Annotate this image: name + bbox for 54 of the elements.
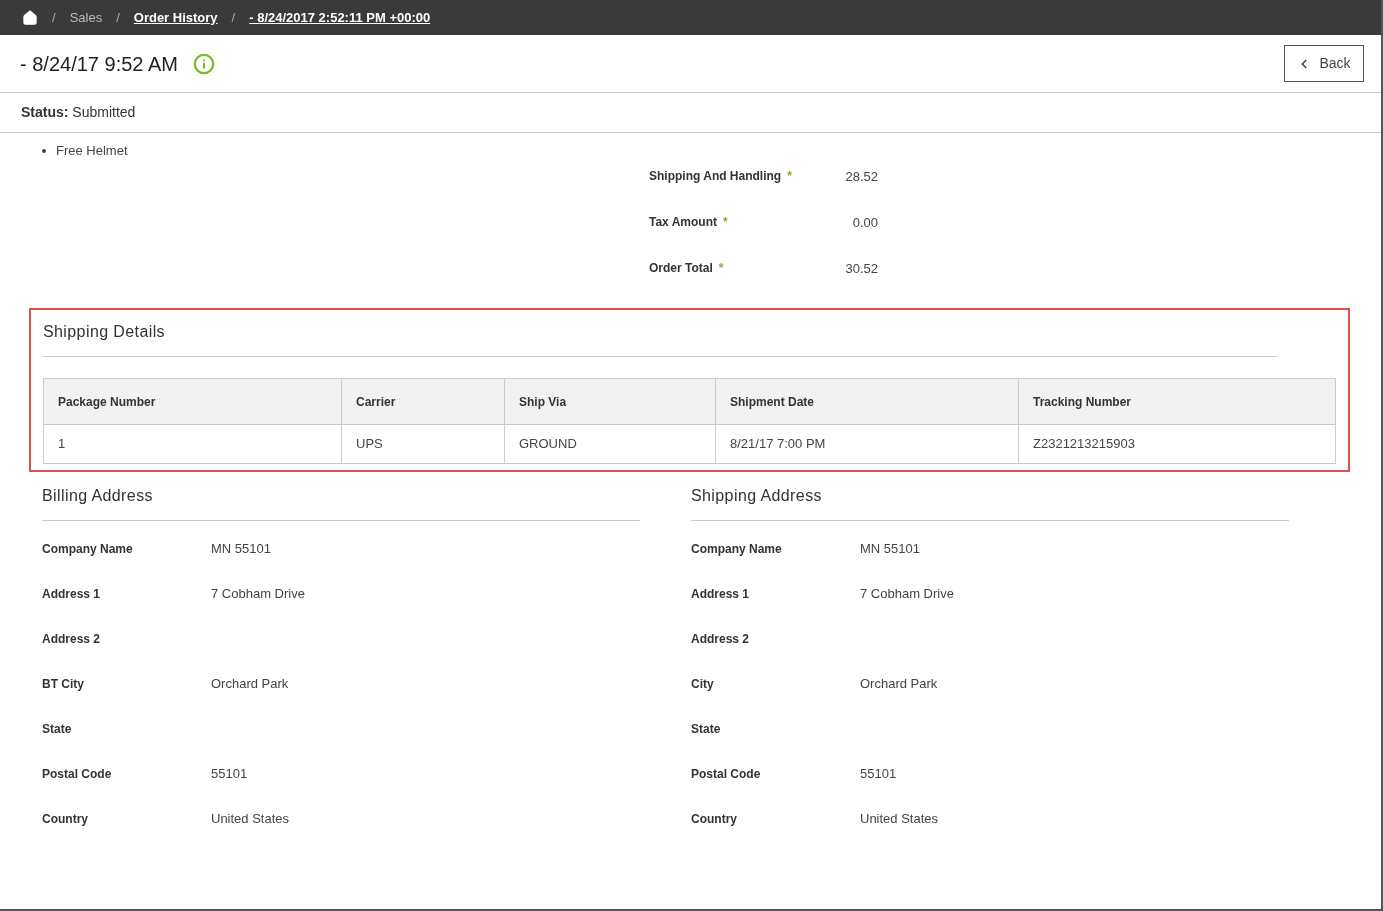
total-label: Tax Amount * xyxy=(649,214,729,231)
section-title: Shipping Details xyxy=(43,320,1277,357)
total-value: 30.52 xyxy=(844,260,878,278)
breadcrumb-item: Sales xyxy=(69,8,103,27)
field-value: United States xyxy=(211,810,290,829)
field-value: Orchard Park xyxy=(211,675,289,694)
column-header: Shipment Date xyxy=(716,379,1019,424)
field-value: 55101 xyxy=(860,765,897,784)
field-label: Address 2 xyxy=(691,631,751,648)
promotion-item: Free Helmet xyxy=(42,141,649,161)
field-label: City xyxy=(691,676,715,693)
total-label: Order Total * xyxy=(649,260,725,277)
total-label: Shipping And Handling * xyxy=(649,168,793,185)
field-value: 7 Cobham Drive xyxy=(860,585,954,604)
field-label: Address 1 xyxy=(42,586,102,603)
field-value: 7 Cobham Drive xyxy=(211,585,305,604)
total-value: 0.00 xyxy=(851,214,878,232)
table-cell-text: Z2321213215903 xyxy=(1032,435,1136,454)
table-cell: 1 xyxy=(44,425,342,463)
column-header: Package Number xyxy=(44,379,342,424)
table-cell: UPS xyxy=(342,425,505,463)
table-cell: GROUND xyxy=(505,425,716,463)
column-header: Tracking Number xyxy=(1032,393,1133,411)
column-header: Ship Via xyxy=(505,379,716,424)
home-icon[interactable] xyxy=(22,9,38,26)
page-title: - 8/24/17 9:52 AM xyxy=(20,51,178,77)
total-value: 28.52 xyxy=(844,168,878,186)
field-label: Address 2 xyxy=(42,631,102,648)
field-value: 55101 xyxy=(211,765,248,784)
section-title: Billing Address xyxy=(42,484,640,521)
section-title: Shipping Address xyxy=(691,484,1289,521)
field-label: BT City xyxy=(42,676,85,693)
field-label: Address 1 xyxy=(691,586,751,603)
status-text: Status: Submitted xyxy=(21,103,136,122)
field-label: State xyxy=(691,721,722,738)
field-label: Postal Code xyxy=(691,766,762,783)
breadcrumb-separator: / xyxy=(116,8,120,27)
table-cell: 8/21/17 7:00 PM xyxy=(716,425,1019,463)
field-label: Company Name xyxy=(691,541,783,558)
field-label: Company Name xyxy=(42,541,134,558)
breadcrumb-link[interactable]: - 8/24/2017 2:52:11 PM +00:00 xyxy=(249,7,431,28)
field-value: Orchard Park xyxy=(860,675,938,694)
field-label: Country xyxy=(42,811,89,828)
field-value: United States xyxy=(860,810,939,829)
field-value: MN 55101 xyxy=(860,540,920,559)
field-label: Postal Code xyxy=(42,766,113,783)
breadcrumb-separator: / xyxy=(52,8,56,27)
field-value: MN 55101 xyxy=(211,540,271,559)
breadcrumb-link[interactable]: Order History xyxy=(133,7,218,28)
breadcrumb-separator: / xyxy=(231,8,236,27)
column-header: Carrier xyxy=(342,379,505,424)
field-label: State xyxy=(42,721,73,738)
field-label: Country xyxy=(691,811,738,828)
back-button[interactable]: Back xyxy=(1284,45,1364,82)
